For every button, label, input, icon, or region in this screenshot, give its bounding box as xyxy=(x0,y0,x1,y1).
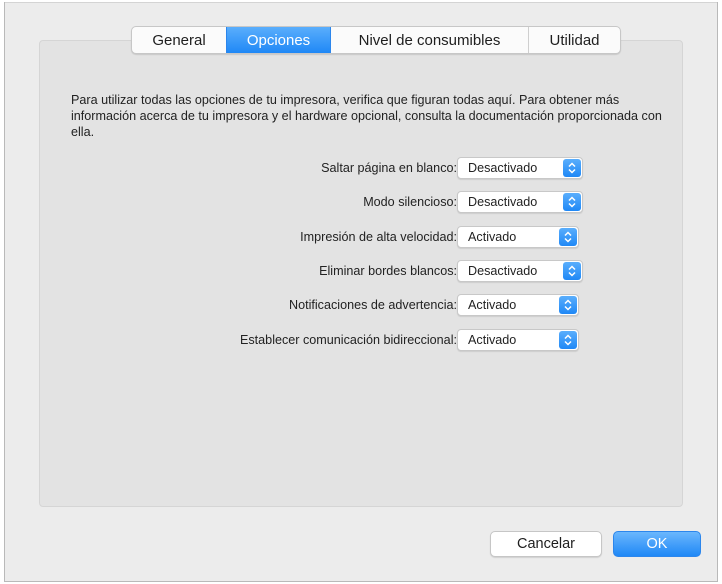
tab-bar: General Opciones Nivel de consumibles Ut… xyxy=(131,26,621,54)
tab-utilidad[interactable]: Utilidad xyxy=(528,27,620,53)
select-value: Activado xyxy=(468,298,517,312)
up-down-chevron-icon xyxy=(563,262,581,280)
options-description: Para utilizar todas las opciones de tu i… xyxy=(71,93,662,139)
option-row-comunicacion-bidireccional: Establecer comunicación bidireccional: A… xyxy=(5,329,719,353)
select-value: Desactivado xyxy=(468,264,538,278)
up-down-chevron-icon xyxy=(559,228,577,246)
saltar-pagina-select[interactable]: Desactivado xyxy=(457,157,583,179)
option-label: Modo silencioso: xyxy=(363,195,457,209)
tab-opciones[interactable]: Opciones xyxy=(226,27,330,53)
option-label: Eliminar bordes blancos: xyxy=(319,264,457,278)
option-label: Impresión de alta velocidad: xyxy=(300,230,457,244)
select-value: Desactivado xyxy=(468,161,538,175)
notificaciones-select[interactable]: Activado xyxy=(457,294,579,316)
window-top-border xyxy=(5,2,717,3)
select-value: Activado xyxy=(468,333,517,347)
tab-nivel-de-consumibles[interactable]: Nivel de consumibles xyxy=(330,27,528,53)
ok-button[interactable]: OK xyxy=(613,531,701,557)
option-row-notificaciones: Notificaciones de advertencia: Activado xyxy=(5,294,719,318)
tab-general[interactable]: General xyxy=(132,27,226,53)
cancel-button[interactable]: Cancelar xyxy=(490,531,602,557)
option-row-modo-silencioso: Modo silencioso: Desactivado xyxy=(5,191,719,215)
modo-silencioso-select[interactable]: Desactivado xyxy=(457,191,583,213)
up-down-chevron-icon xyxy=(563,159,581,177)
option-label: Establecer comunicación bidireccional: xyxy=(239,333,457,347)
select-value: Desactivado xyxy=(468,195,538,209)
impresion-alta-velocidad-select[interactable]: Activado xyxy=(457,226,579,248)
option-row-impresion-alta-velocidad: Impresión de alta velocidad: Activado xyxy=(5,226,719,250)
option-label: Notificaciones de advertencia: xyxy=(288,298,457,312)
select-value: Activado xyxy=(468,230,517,244)
printer-options-dialog: General Opciones Nivel de consumibles Ut… xyxy=(4,2,718,582)
up-down-chevron-icon xyxy=(563,193,581,211)
option-label: Saltar página en blanco: xyxy=(321,161,457,175)
option-row-eliminar-bordes: Eliminar bordes blancos: Desactivado xyxy=(5,260,719,284)
option-row-saltar-pagina: Saltar página en blanco: Desactivado xyxy=(5,157,719,181)
eliminar-bordes-select[interactable]: Desactivado xyxy=(457,260,583,282)
up-down-chevron-icon xyxy=(559,331,577,349)
up-down-chevron-icon xyxy=(559,296,577,314)
comunicacion-bidireccional-select[interactable]: Activado xyxy=(457,329,579,351)
